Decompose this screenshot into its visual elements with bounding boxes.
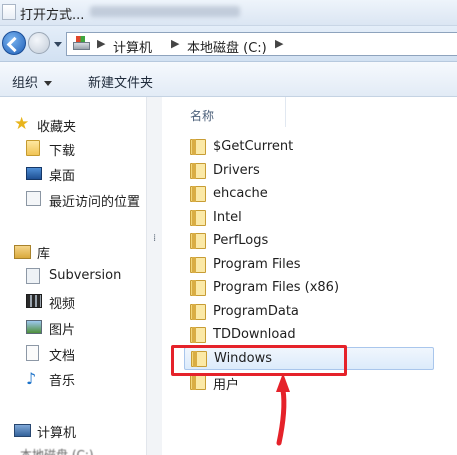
file-name: TDDownload <box>213 327 296 342</box>
folder-icon <box>190 257 206 273</box>
file-name: $GetCurrent <box>213 139 294 154</box>
organize-button[interactable]: 组织 <box>12 72 53 91</box>
title-bar: 打开方式... <box>0 0 457 26</box>
file-name: Intel <box>213 210 242 225</box>
file-row[interactable]: PerfLogs <box>184 230 434 253</box>
file-row[interactable]: $GetCurrent <box>184 136 434 159</box>
file-row[interactable]: Drivers <box>184 160 434 183</box>
recent-places-icon <box>26 191 41 206</box>
nav-item-label: 下载 <box>49 144 76 159</box>
organize-label: 组织 <box>12 76 39 91</box>
folder-icon <box>190 327 206 343</box>
folder-icon <box>190 304 206 320</box>
folder-icon <box>190 233 206 249</box>
file-name: ehcache <box>213 186 268 201</box>
folder-icon <box>190 139 206 155</box>
chevron-down-icon <box>44 81 53 86</box>
forward-icon[interactable] <box>28 32 50 54</box>
video-icon <box>26 294 42 308</box>
chevron-right-icon[interactable]: ▶ <box>97 37 105 50</box>
chevron-right-icon[interactable]: ▶ <box>275 37 283 50</box>
file-name: Program Files (x86) <box>213 280 340 295</box>
file-name: ProgramData <box>213 304 299 319</box>
file-name: Program Files <box>213 257 301 272</box>
address-bar-area: ▶ 计算机 ▶ 本地磁盘 (C:) ▶ <box>0 26 457 62</box>
nav-item-label: 最近访问的位置 <box>49 195 141 210</box>
nav-item-local-disk-partial[interactable]: 本地磁盘 (C:) <box>20 446 140 455</box>
library-icon <box>14 245 31 259</box>
folder-icon <box>190 210 206 226</box>
pictures-icon <box>26 320 42 334</box>
window-title: 打开方式... <box>20 8 85 23</box>
file-name: Drivers <box>213 163 260 178</box>
nav-item-label: 文档 <box>49 349 76 364</box>
computer-icon <box>14 424 31 437</box>
back-icon[interactable] <box>2 31 26 55</box>
nav-item-label: Subversion <box>49 268 122 283</box>
new-folder-button[interactable]: 新建文件夹 <box>88 72 153 91</box>
folder-icon <box>190 374 206 390</box>
toolbar: 组织 新建文件夹 <box>0 62 457 97</box>
column-header-name[interactable]: 名称 <box>190 107 214 124</box>
drive-icon <box>73 36 90 51</box>
title-blur <box>90 6 240 17</box>
documents-icon <box>26 345 39 361</box>
nav-item-label: 图片 <box>49 323 76 338</box>
subversion-icon <box>26 268 40 284</box>
breadcrumb-computer[interactable]: 计算机 <box>113 37 152 56</box>
star-icon: ★ <box>14 114 30 134</box>
highlight-box <box>171 345 347 376</box>
file-row[interactable]: TDDownload <box>184 324 434 347</box>
nav-libraries-label: 库 <box>37 247 51 262</box>
breadcrumb-local-disk[interactable]: 本地磁盘 (C:) <box>187 37 267 56</box>
nav-favorites-label: 收藏夹 <box>37 120 77 135</box>
window-icon <box>2 4 16 20</box>
file-name: 用户 <box>213 378 240 393</box>
column-divider[interactable] <box>285 97 286 127</box>
file-name: PerfLogs <box>213 233 269 248</box>
nav-item-label: 音乐 <box>49 374 76 389</box>
nav-item-label: 视频 <box>49 297 76 312</box>
file-row[interactable]: Program Files <box>184 254 434 277</box>
nav-pane-scrollbar[interactable] <box>146 97 162 455</box>
navigation-pane: ★ 收藏夹 下载 桌面 最近访问的位置 库 Subversion 视频 图片 文… <box>0 97 162 455</box>
downloads-folder-icon <box>26 140 40 156</box>
splitter-grip[interactable]: ⁞ <box>153 234 156 244</box>
file-row[interactable]: ProgramData <box>184 301 434 324</box>
address-box[interactable]: ▶ 计算机 ▶ 本地磁盘 (C:) ▶ <box>66 32 457 56</box>
file-row[interactable]: ehcache <box>184 183 434 206</box>
file-row[interactable]: Intel <box>184 207 434 230</box>
file-row[interactable]: Program Files (x86) <box>184 277 434 300</box>
folder-icon <box>190 280 206 296</box>
folder-icon <box>190 163 206 179</box>
chevron-right-icon[interactable]: ▶ <box>171 37 179 50</box>
nav-computer-label: 计算机 <box>37 426 77 441</box>
nav-item-label: 桌面 <box>49 169 76 184</box>
folder-icon <box>190 186 206 202</box>
music-icon: ♪ <box>26 369 37 388</box>
desktop-icon <box>26 167 42 180</box>
recent-pages-dropdown-icon[interactable] <box>54 42 62 47</box>
